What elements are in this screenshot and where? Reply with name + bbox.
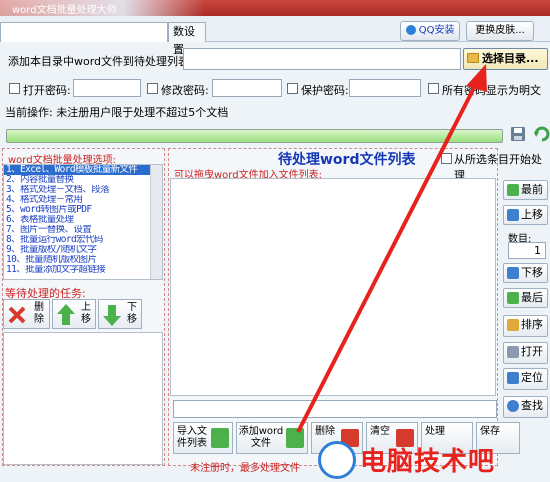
up-icon <box>507 209 519 221</box>
refresh-icon[interactable] <box>533 125 550 143</box>
add-icon <box>286 428 304 448</box>
open-password-checkbox[interactable] <box>9 83 20 94</box>
watermark-text: 电脑技术吧 <box>360 447 496 477</box>
import-list-label: 导入文件列表 <box>177 426 207 449</box>
import-icon <box>211 428 229 448</box>
locate-button[interactable]: 定位 <box>503 368 548 390</box>
option-item[interactable]: 1、Excel、Word模板批量新文件 <box>4 165 162 175</box>
option-item[interactable]: 7、图片一替换、设置 <box>4 225 162 235</box>
options-scrollbar[interactable] <box>150 165 162 279</box>
qq-button[interactable]: QQ安装 <box>400 21 460 41</box>
move-up-file-label: 上移 <box>521 208 543 221</box>
add-word-label: 添加word文件 <box>238 426 284 449</box>
file-filter-input[interactable] <box>173 400 497 418</box>
locate-label: 定位 <box>521 371 543 384</box>
search-icon <box>507 400 519 412</box>
open-password-label: 打开密码: <box>23 84 71 97</box>
option-item[interactable]: 2、内容批量替换 <box>4 175 162 185</box>
progress-bar <box>6 129 503 143</box>
count-input[interactable]: 1 <box>508 242 546 259</box>
unregistered-note: 未注册时，最多处理文件 <box>190 463 300 474</box>
delete-task-button[interactable]: 删除 <box>3 299 50 329</box>
up-arrow-icon <box>57 304 75 325</box>
open-button[interactable]: 打开 <box>503 342 548 364</box>
show-plain-label: 所有密码显示为明文 <box>442 84 541 97</box>
option-item[interactable]: 3、格式处理－文档、段落 <box>4 185 162 195</box>
move-down-file-button[interactable]: 下移 <box>503 263 548 283</box>
path-label: 添加本目录中word文件到待处理列表: <box>8 55 193 68</box>
tab-settings[interactable]: 数设置 <box>168 22 206 56</box>
option-item[interactable]: 10、批量随机版权图片 <box>4 255 162 265</box>
from-selected-checkbox[interactable] <box>441 153 452 164</box>
move-up-task-label: 上移 <box>81 302 91 325</box>
move-bottom-label: 最后 <box>521 291 543 304</box>
down-icon <box>507 267 519 279</box>
move-bottom-button[interactable]: 最后 <box>503 288 548 308</box>
move-up-task-button[interactable]: 上移 <box>52 299 96 329</box>
move-up-file-button[interactable]: 上移 <box>503 205 548 225</box>
move-bottom-icon <box>507 292 519 304</box>
file-list[interactable] <box>170 178 496 396</box>
find-label: 查找 <box>521 399 543 412</box>
move-top-button[interactable]: 最前 <box>503 180 548 200</box>
option-item[interactable]: 5、word转图片或PDF <box>4 205 162 215</box>
option-item[interactable]: 9、批量版权/随机文字 <box>4 245 162 255</box>
window-title: word文档批量处理大师 <box>12 5 117 16</box>
move-down-file-label: 下移 <box>521 266 543 279</box>
protect-password-label: 保护密码: <box>301 84 349 97</box>
move-top-label: 最前 <box>521 183 543 196</box>
import-list-button[interactable]: 导入文件列表 <box>173 422 233 454</box>
sort-button[interactable]: 排序 <box>503 315 548 337</box>
show-plain-checkbox[interactable] <box>428 83 439 94</box>
move-top-icon <box>507 184 519 196</box>
status-text: 当前操作: 未注册用户限于处理不超过5个文档 <box>5 106 229 119</box>
save-list-label: 保存 <box>480 426 500 437</box>
move-down-task-label: 下移 <box>127 302 137 325</box>
protect-password-checkbox[interactable] <box>287 83 298 94</box>
path-input[interactable] <box>183 48 461 70</box>
sort-icon <box>507 319 519 331</box>
add-word-button[interactable]: 添加word文件 <box>236 422 308 454</box>
delete-icon <box>8 306 26 324</box>
option-item[interactable]: 11、批量添加文字超链接 <box>4 265 162 275</box>
options-list[interactable]: 1、Excel、Word模板批量新文件 2、内容批量替换 3、格式处理－文档、段… <box>3 164 163 280</box>
process-label: 处理 <box>425 426 445 437</box>
locate-icon <box>507 372 519 384</box>
skin-button[interactable]: 更换皮肤... <box>466 21 534 41</box>
option-item[interactable]: 4、格式处理－常用 <box>4 195 162 205</box>
option-item[interactable]: 6、表格批量处理 <box>4 215 162 225</box>
move-down-task-button[interactable]: 下移 <box>98 299 142 329</box>
clear-label: 清空 <box>370 426 390 437</box>
watermark-logo <box>318 441 356 479</box>
qq-icon <box>405 25 416 35</box>
down-arrow-icon <box>103 305 121 326</box>
folder-icon <box>467 53 479 63</box>
open-icon <box>507 346 519 358</box>
protect-password-field[interactable] <box>349 79 421 97</box>
qq-label: QQ安装 <box>418 25 455 36</box>
sort-label: 排序 <box>521 318 543 331</box>
option-item[interactable]: 8、批量运行word宏代码 <box>4 235 162 245</box>
modify-password-field[interactable] <box>212 79 282 97</box>
open-password-field[interactable] <box>73 79 141 97</box>
delete-file-label: 删除 <box>315 426 335 437</box>
modify-password-checkbox[interactable] <box>147 83 158 94</box>
find-button[interactable]: 查找 <box>503 396 548 418</box>
task-list[interactable] <box>3 332 163 465</box>
delete-task-label: 删除 <box>34 302 44 325</box>
save-icon[interactable] <box>509 125 527 143</box>
tab-main[interactable] <box>0 22 168 42</box>
open-label: 打开 <box>521 345 543 358</box>
modify-password-label: 修改密码: <box>161 84 209 97</box>
